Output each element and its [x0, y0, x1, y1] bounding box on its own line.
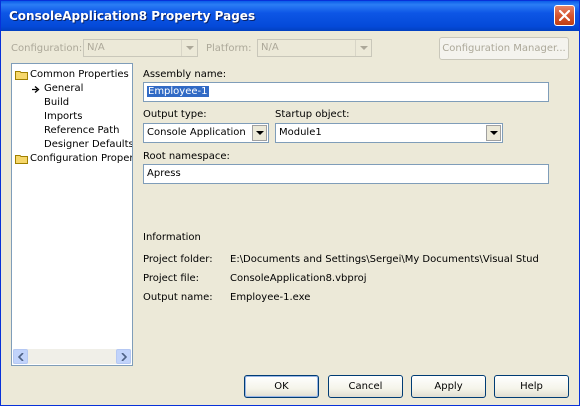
project-folder-value: E:\Documents and Settings\Sergei\My Docu… — [230, 254, 538, 265]
project-file-value: ConsoleApplication8.vbproj — [230, 273, 367, 284]
information-heading: Information — [143, 232, 201, 243]
configuration-select: N/A — [83, 39, 198, 57]
tree-item-imports[interactable]: Imports — [44, 111, 82, 122]
close-button[interactable] — [554, 5, 575, 26]
chevron-down-icon — [490, 131, 498, 135]
root-namespace-input[interactable]: Apress — [143, 164, 549, 184]
tree-item-reference-path[interactable]: Reference Path — [44, 125, 120, 136]
output-name-label: Output name: — [143, 292, 213, 303]
output-type-value: Console Application — [147, 127, 246, 138]
ok-button[interactable]: OK — [244, 375, 319, 398]
tree-item-build[interactable]: Build — [44, 97, 69, 108]
platform-select: N/A — [257, 39, 372, 57]
project-file-label: Project file: — [143, 273, 199, 284]
assembly-name-value: Employee-1 — [147, 86, 209, 97]
apply-button[interactable]: Apply — [411, 375, 486, 398]
tree-item-general[interactable]: General — [44, 83, 83, 94]
title-bar[interactable]: ConsoleApplication8 Property Pages — [1, 1, 579, 31]
arrow-right-icon — [121, 353, 127, 361]
assembly-name-label: Assembly name: — [143, 69, 227, 80]
configuration-label: Configuration: — [11, 43, 83, 54]
output-type-label: Output type: — [143, 109, 207, 120]
selected-arrow-icon — [32, 86, 40, 93]
tree-item-configuration-properties[interactable]: Configuration Properties — [30, 153, 132, 164]
property-pages-dialog: ConsoleApplication8 Property Pages Confi… — [0, 0, 580, 406]
folder-icon — [15, 155, 28, 164]
chevron-down-icon — [186, 46, 194, 50]
help-button[interactable]: Help — [494, 375, 569, 398]
tree-item-designer-defaults[interactable]: Designer Defaults — [44, 139, 132, 150]
assembly-name-input[interactable]: Employee-1 — [143, 82, 549, 102]
root-namespace-value: Apress — [147, 168, 181, 179]
output-type-dropdown-button[interactable] — [252, 125, 267, 141]
tree-item-common-properties[interactable]: Common Properties — [30, 69, 129, 80]
platform-dropdown-arrow — [355, 40, 371, 56]
chevron-down-icon — [256, 131, 264, 135]
tree-horizontal-scrollbar[interactable] — [13, 349, 131, 364]
root-namespace-label: Root namespace: — [143, 151, 230, 162]
configuration-value: N/A — [87, 42, 105, 53]
window-title: ConsoleApplication8 Property Pages — [9, 9, 256, 23]
close-icon — [559, 10, 570, 21]
cancel-button[interactable]: Cancel — [328, 375, 403, 398]
startup-object-value: Module1 — [279, 127, 322, 138]
folder-open-icon — [15, 71, 28, 80]
startup-object-dropdown-button[interactable] — [486, 125, 501, 141]
scroll-left-button[interactable] — [13, 349, 28, 364]
configuration-manager-button: Configuration Manager... — [439, 37, 569, 60]
platform-label: Platform: — [206, 43, 252, 54]
startup-object-select[interactable]: Module1 — [275, 123, 503, 143]
property-tree[interactable]: Common Properties General Build Imports … — [11, 63, 133, 366]
scroll-right-button[interactable] — [116, 349, 131, 364]
configuration-dropdown-arrow — [181, 40, 197, 56]
project-folder-label: Project folder: — [143, 254, 213, 265]
output-name-value: Employee-1.exe — [230, 292, 311, 303]
chevron-down-icon — [360, 46, 368, 50]
startup-object-label: Startup object: — [275, 109, 350, 120]
output-type-select[interactable]: Console Application — [143, 123, 269, 143]
platform-value: N/A — [261, 42, 279, 53]
arrow-left-icon — [18, 353, 24, 361]
